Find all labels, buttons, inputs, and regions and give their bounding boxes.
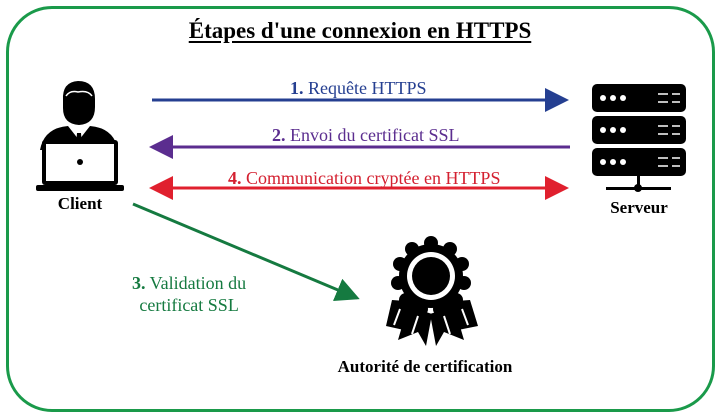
- server-rack-icon: [592, 84, 686, 192]
- step-3-label: 3. Validation du certificat SSL: [132, 273, 247, 315]
- step-4-label: 4. Communication cryptée en HTTPS: [228, 168, 501, 188]
- step-2-label: 2. Envoi du certificat SSL: [272, 125, 460, 145]
- user-laptop-icon: [36, 81, 124, 191]
- client-label: Client: [57, 194, 103, 213]
- step-1-label: 1. Requête HTTPS: [290, 78, 427, 98]
- ca-label: Autorité de certification: [337, 357, 513, 376]
- server-label: Serveur: [610, 198, 668, 217]
- certificate-seal-icon: [386, 236, 478, 346]
